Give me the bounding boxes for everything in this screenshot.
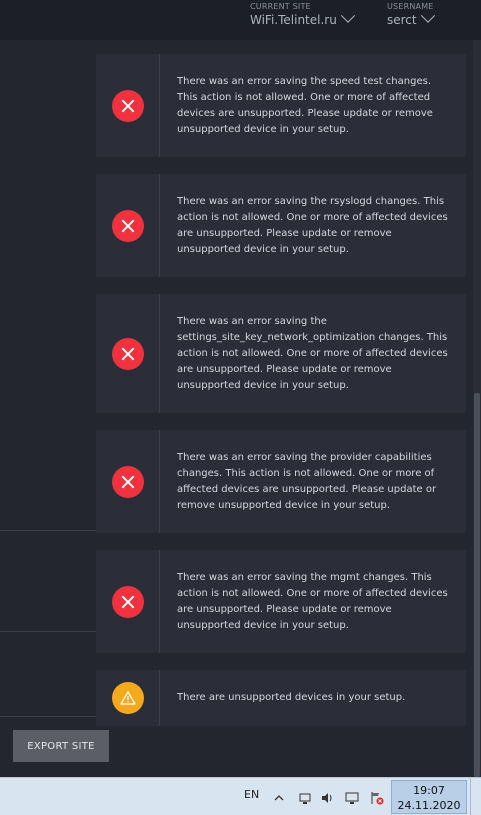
error-notification[interactable]: There was an error saving the mgmt chang… bbox=[96, 550, 466, 653]
error-icon bbox=[111, 465, 144, 498]
flag-error-icon[interactable] bbox=[370, 791, 384, 805]
error-notification[interactable]: There was an error saving the provider c… bbox=[96, 430, 466, 533]
top-bar: CURRENT SITE WiFi.Telintel.ru USERNAME s… bbox=[0, 0, 481, 40]
notification-text: There was an error saving the provider c… bbox=[177, 451, 437, 511]
error-icon bbox=[111, 337, 144, 370]
error-icon bbox=[111, 585, 144, 618]
warning-notification[interactable]: There are unsupported devices in your se… bbox=[96, 670, 466, 726]
list-divider bbox=[0, 530, 96, 531]
current-site-value: WiFi.Telintel.ru bbox=[250, 13, 337, 27]
error-icon bbox=[111, 89, 144, 122]
list-divider bbox=[0, 716, 96, 717]
current-site-label: CURRENT SITE bbox=[250, 2, 311, 11]
clock-time: 19:07 bbox=[413, 784, 445, 797]
warning-icon bbox=[111, 682, 144, 714]
display-icon[interactable] bbox=[345, 791, 359, 805]
list-divider bbox=[0, 631, 96, 632]
error-notification[interactable]: There was an error saving the speed test… bbox=[96, 54, 466, 157]
volume-icon[interactable] bbox=[320, 791, 334, 805]
chevron-up-icon[interactable] bbox=[272, 791, 286, 805]
language-indicator[interactable]: EN bbox=[244, 788, 259, 801]
notification-text: There was an error saving the settings_s… bbox=[177, 315, 448, 391]
taskbar-clock[interactable]: 19:07 24.11.2020 bbox=[391, 780, 467, 814]
network-icon[interactable] bbox=[298, 791, 312, 805]
current-site-selector[interactable]: CURRENT SITE WiFi.Telintel.ru bbox=[250, 2, 355, 27]
notification-text: There are unsupported devices in your se… bbox=[177, 692, 406, 703]
scrollbar-thumb[interactable] bbox=[474, 393, 480, 777]
notification-text: There was an error saving the mgmt chang… bbox=[177, 571, 448, 631]
clock-date: 24.11.2020 bbox=[397, 799, 461, 812]
export-site-button[interactable]: EXPORT SITE bbox=[13, 730, 109, 762]
show-desktop-button[interactable] bbox=[470, 778, 481, 815]
error-notification[interactable]: There was an error saving the rsyslogd c… bbox=[96, 174, 466, 277]
notification-text: There was an error saving the speed test… bbox=[177, 75, 433, 135]
windows-taskbar: EN 19:07 24.11.2020 bbox=[0, 777, 481, 815]
notification-text: There was an error saving the rsyslogd c… bbox=[177, 195, 448, 255]
error-notification[interactable]: There was an error saving the settings_s… bbox=[96, 294, 466, 413]
error-icon bbox=[111, 209, 144, 242]
username-value: serct bbox=[387, 13, 417, 27]
username-selector[interactable]: USERNAME serct bbox=[387, 2, 435, 27]
